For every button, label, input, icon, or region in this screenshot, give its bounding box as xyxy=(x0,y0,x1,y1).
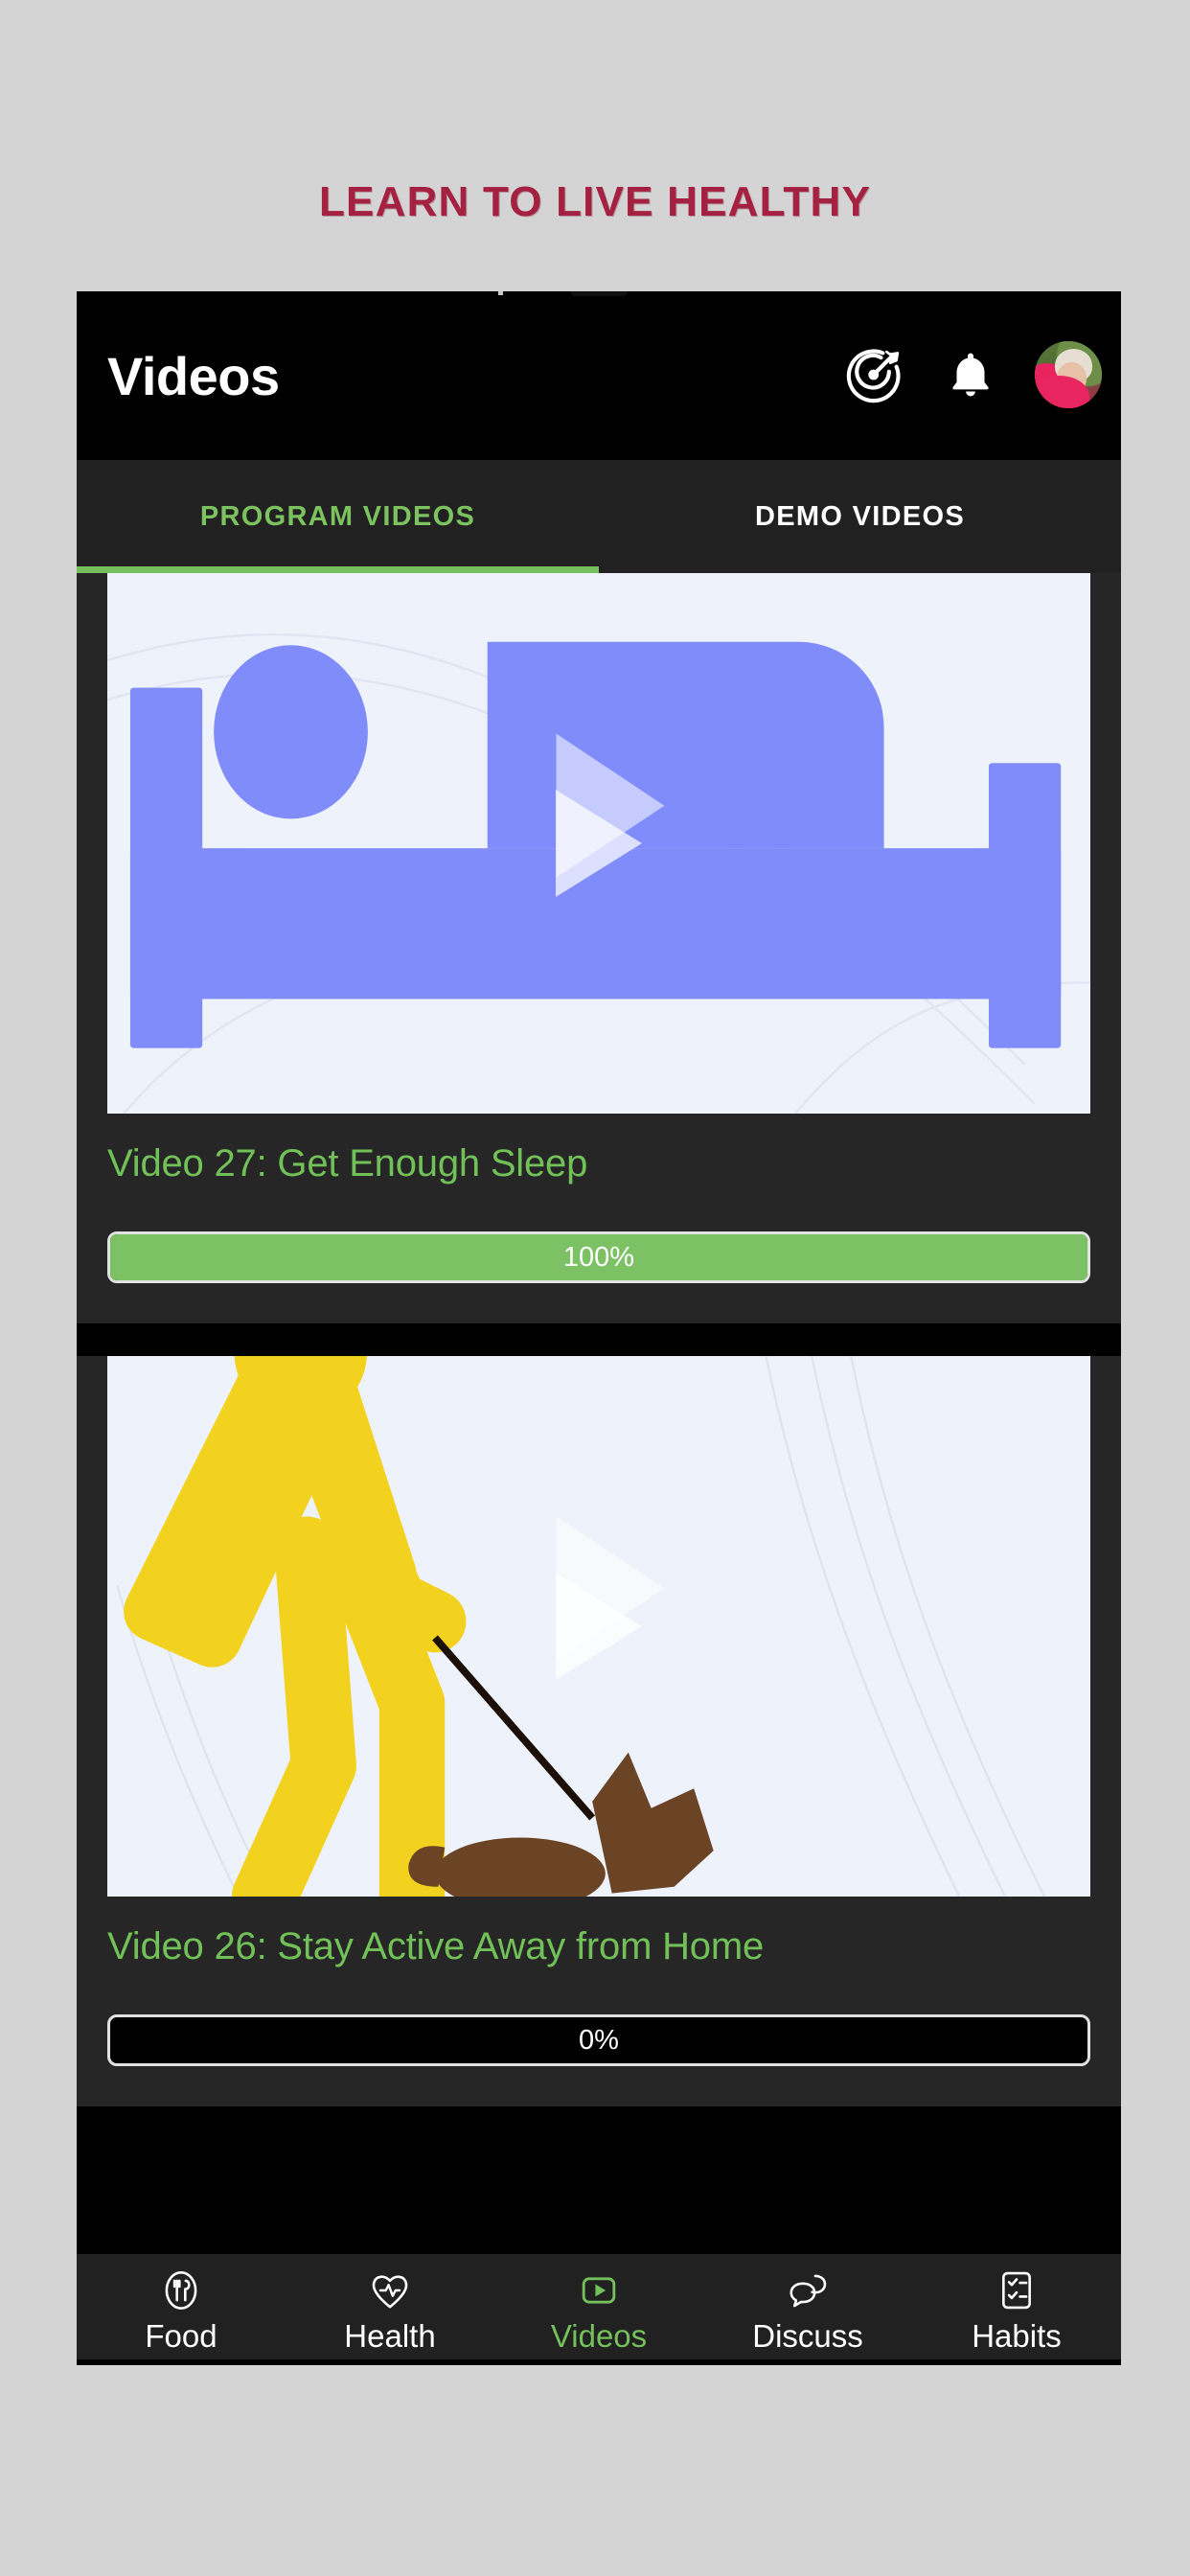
camera-notch xyxy=(570,291,628,296)
app-bar: Videos xyxy=(77,299,1121,460)
page-title: LEARN TO LIVE HEALTHY xyxy=(318,178,872,225)
phone-screen: Videos PROGRAM VIDEOS DEMO VIDEOS Video … xyxy=(77,291,1121,2365)
tab-program-videos[interactable]: PROGRAM VIDEOS xyxy=(77,460,599,573)
app-bar-actions xyxy=(843,341,1102,408)
nav-item-videos-label: Videos xyxy=(550,2317,648,2354)
card-bottom-spacer xyxy=(77,2066,1121,2106)
nav-item-habits[interactable]: Habits xyxy=(912,2254,1121,2365)
video-title[interactable]: Video 27: Get Enough Sleep xyxy=(77,1114,1121,1185)
system-navigation-bar xyxy=(77,2359,1121,2365)
tab-active-indicator xyxy=(77,566,599,573)
video-thumbnail[interactable] xyxy=(107,1356,1090,1897)
bell-icon-svg xyxy=(952,353,989,397)
nav-item-health[interactable]: Health xyxy=(286,2254,494,2365)
video-list[interactable]: Video 27: Get Enough Sleep 100% Video 26… xyxy=(77,573,1121,2254)
app-bar-title: Videos xyxy=(107,346,280,406)
nav-item-videos[interactable]: Videos xyxy=(494,2254,703,2365)
video-card[interactable]: Video 27: Get Enough Sleep 100% xyxy=(77,573,1121,1323)
tab-bar: PROGRAM VIDEOS DEMO VIDEOS xyxy=(77,460,1121,573)
tab-program-videos-label: PROGRAM VIDEOS xyxy=(199,500,476,532)
nav-item-food-label: Food xyxy=(145,2317,217,2354)
card-divider xyxy=(77,1323,1121,1356)
status-bar-sliver xyxy=(77,291,1121,299)
nav-item-discuss[interactable]: Discuss xyxy=(703,2254,912,2365)
video-card[interactable]: Video 26: Stay Active Away from Home 0% xyxy=(77,1356,1121,2106)
status-indicator-dot xyxy=(498,291,503,295)
tab-demo-videos[interactable]: DEMO VIDEOS xyxy=(599,460,1121,573)
video-title[interactable]: Video 26: Stay Active Away from Home xyxy=(77,1897,1121,1968)
card-bottom-spacer xyxy=(77,1283,1121,1323)
sleeping-in-bed-illustration xyxy=(107,573,1090,1114)
play-rect-icon xyxy=(582,2276,616,2304)
bell-icon[interactable] xyxy=(939,343,1002,406)
nav-item-discuss-label: Discuss xyxy=(752,2317,863,2354)
checklist-icon xyxy=(1002,2271,1031,2309)
heart-pulse-icon xyxy=(372,2275,408,2309)
nav-item-food[interactable]: Food xyxy=(77,2254,286,2365)
speech-bubbles-icon xyxy=(790,2274,827,2307)
avatar[interactable] xyxy=(1035,341,1102,408)
plate-utensils-icon xyxy=(165,2270,197,2310)
nav-item-health-label: Health xyxy=(344,2317,436,2354)
video-progress-bar[interactable]: 0% xyxy=(107,2014,1090,2066)
video-thumbnail[interactable] xyxy=(107,573,1090,1114)
person-walking-dog-illustration xyxy=(107,1356,1090,1897)
bottom-navigation: Food Health Videos Discuss Habits xyxy=(77,2252,1121,2365)
video-progress-bar[interactable]: 100% xyxy=(107,1231,1090,1283)
video-progress-label: 0% xyxy=(579,2024,619,2056)
nav-item-habits-label: Habits xyxy=(972,2317,1062,2354)
goals-target-icon-svg xyxy=(846,349,901,403)
goals-target-icon[interactable] xyxy=(843,343,906,406)
video-progress-label: 100% xyxy=(562,1241,635,1273)
tab-demo-videos-label: DEMO VIDEOS xyxy=(755,500,965,532)
